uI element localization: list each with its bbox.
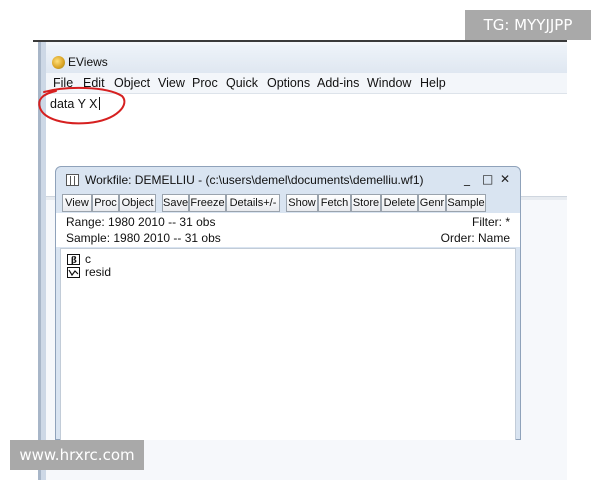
coefficient-icon: β (67, 254, 80, 265)
maximize-icon[interactable]: □ (482, 172, 493, 186)
workfile-title: Workfile: DEMELLIU - (c:\users\demel\doc… (85, 173, 424, 187)
eviews-logo-icon (52, 56, 65, 69)
menu-quick[interactable]: Quick (226, 76, 258, 90)
menu-add-ins[interactable]: Add-ins (317, 76, 359, 90)
fetch-button[interactable]: Fetch (318, 194, 351, 212)
menu-options[interactable]: Options (267, 76, 310, 90)
workfile-window: Workfile: DEMELLIU - (c:\users\demel\doc… (55, 166, 521, 440)
filter-text[interactable]: Filter: * (472, 215, 510, 229)
details-button[interactable]: Details+/- (226, 194, 280, 212)
object-button[interactable]: Object (119, 194, 156, 212)
menu-proc[interactable]: Proc (192, 76, 218, 90)
workfile-object-list[interactable]: β c resid (60, 248, 516, 440)
genr-button[interactable]: Genr (418, 194, 446, 212)
minimize-icon[interactable]: _ (464, 172, 470, 186)
delete-button[interactable]: Delete (381, 194, 418, 212)
series-icon (67, 267, 80, 278)
workfile-icon (66, 174, 79, 186)
menu-view[interactable]: View (158, 76, 185, 90)
workfile-title-bar[interactable]: Workfile: DEMELLIU - (c:\users\demel\doc… (56, 167, 520, 193)
watermark-bottom: www.hrxrc.com (10, 440, 144, 470)
object-name: c (85, 252, 91, 266)
svg-text:β: β (71, 256, 77, 264)
app-title: EViews (68, 55, 108, 69)
menu-help[interactable]: Help (420, 76, 446, 90)
watermark-top: TG: MYYJJPP (465, 10, 591, 40)
view-button[interactable]: View (62, 194, 92, 212)
sample-text[interactable]: Sample: 1980 2010 -- 31 obs (66, 231, 221, 245)
red-annotation-ellipse (38, 86, 126, 125)
save-button[interactable]: Save (162, 194, 189, 212)
object-name: resid (85, 265, 112, 279)
freeze-button[interactable]: Freeze (189, 194, 226, 212)
sample-button[interactable]: Sample (446, 194, 486, 212)
store-button[interactable]: Store (351, 194, 381, 212)
show-button[interactable]: Show (286, 194, 318, 212)
title-bar[interactable]: EViews (46, 45, 567, 73)
close-icon[interactable]: ✕ (500, 172, 510, 186)
range-text[interactable]: Range: 1980 2010 -- 31 obs (66, 215, 215, 229)
proc-button[interactable]: Proc (92, 194, 119, 212)
menu-window[interactable]: Window (367, 76, 411, 90)
workfile-info-panel: Range: 1980 2010 -- 31 obs Filter: * Sam… (56, 213, 520, 247)
order-text[interactable]: Order: Name (441, 231, 510, 245)
